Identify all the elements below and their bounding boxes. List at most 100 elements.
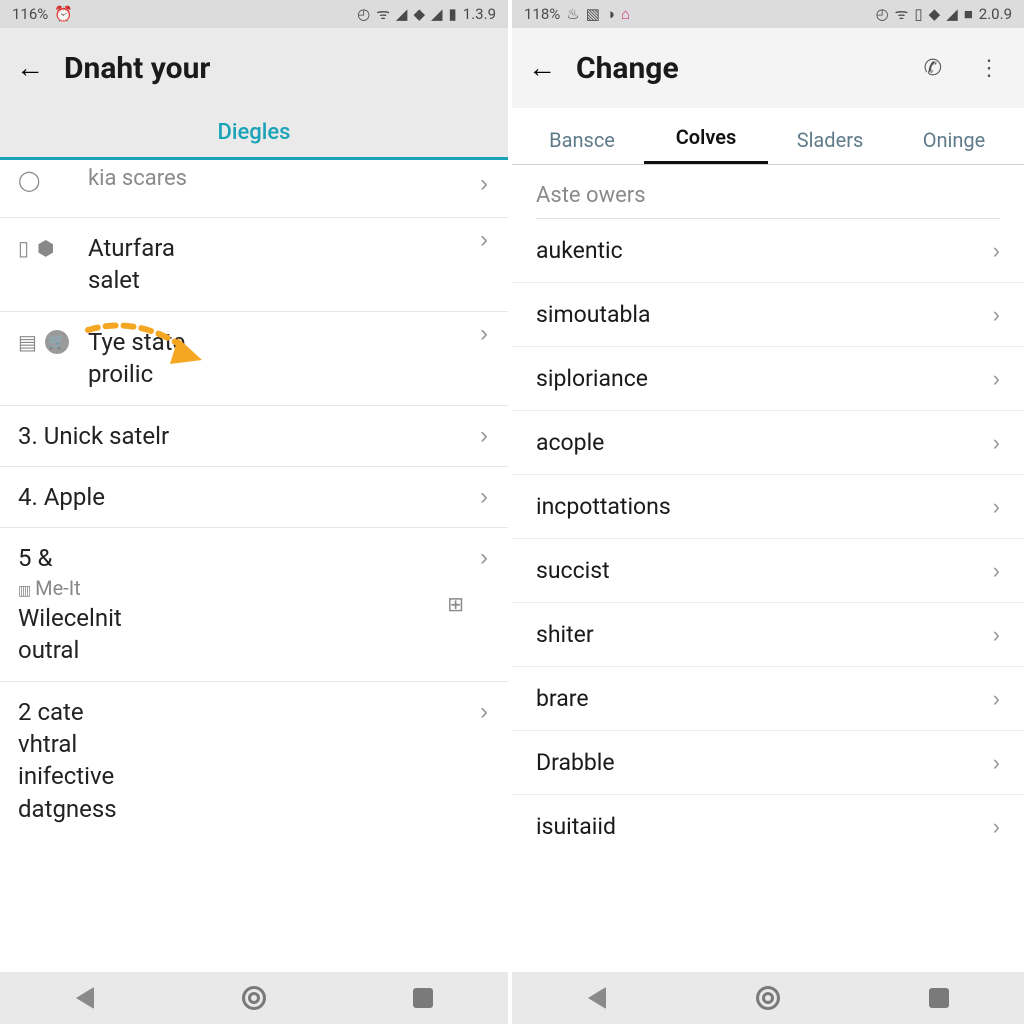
list-item-2[interactable]: 2 cate vhtral inifective datgness ›: [0, 682, 508, 840]
bars-icon: ▥: [18, 582, 35, 598]
list-item-line2: outral: [18, 634, 447, 666]
status-version: 1.3.9: [463, 5, 496, 23]
wifi-icon: ᯤ: [376, 4, 390, 24]
tab-bansce[interactable]: Bansce: [520, 128, 644, 164]
list-item[interactable]: simoutabla ›: [512, 283, 1024, 347]
list-item-label: isuitaiid: [536, 813, 616, 840]
list-item[interactable]: acople ›: [512, 411, 1024, 475]
list-item[interactable]: aukentic ›: [512, 219, 1024, 283]
call-icon[interactable]: ✆: [916, 55, 950, 81]
chevron-right-icon: ›: [993, 814, 1000, 840]
back-button[interactable]: ←: [528, 52, 556, 84]
nav-recent-button[interactable]: [922, 981, 956, 1015]
nav-home-button[interactable]: [237, 981, 271, 1015]
tab-sladers[interactable]: Sladers: [768, 128, 892, 164]
list-item-line1: vhtral: [18, 728, 470, 760]
list-item-cut[interactable]: ◯ kia scares ›: [0, 160, 508, 218]
list-item[interactable]: siploriance ›: [512, 347, 1024, 411]
list-item-label: aukentic: [536, 237, 623, 264]
screen-left: 116% ⏰ ◴ ᯤ ◢ ◆ ◢ ▮ 1.3.9 ← Dnaht your Di…: [0, 0, 512, 1024]
chevron-right-icon: ›: [993, 750, 1000, 776]
list-item-tye-state[interactable]: ▤ 🛒 Tye state proilic ›: [0, 312, 508, 406]
chevron-right-icon: ›: [470, 544, 488, 572]
list-item-label: siploriance: [536, 365, 648, 392]
chevron-right-icon: ›: [470, 170, 488, 198]
chevron-right-icon: ›: [993, 302, 1000, 328]
tab-diegles[interactable]: Diegles: [218, 120, 291, 145]
nav-back-button[interactable]: [68, 981, 102, 1015]
moon-icon: ◑: [606, 6, 615, 23]
nav-back-button[interactable]: [580, 981, 614, 1015]
chevron-right-icon: ›: [993, 622, 1000, 648]
status-version: 2.0.9: [979, 5, 1012, 23]
list-item-label: incpottations: [536, 493, 671, 520]
section-header: Aste owers: [512, 165, 1024, 218]
list-item-label: simoutabla: [536, 301, 650, 328]
list-item-head: 5 &: [18, 542, 447, 574]
chevron-right-icon: ›: [470, 422, 488, 450]
app-bar: ← Change ✆ ⋮: [512, 28, 1024, 108]
chevron-right-icon: ›: [993, 238, 1000, 264]
list-item[interactable]: isuitaiid ›: [512, 795, 1024, 858]
list-item[interactable]: Drabble ›: [512, 731, 1024, 795]
list-content[interactable]: Aste owers aukentic › simoutabla › siplori…: [512, 165, 1024, 972]
square-icon: ■: [964, 6, 973, 23]
tab-colves[interactable]: Colves: [644, 125, 768, 164]
chevron-right-icon: ›: [470, 226, 488, 254]
diamond-icon: ◆: [413, 5, 425, 23]
overflow-menu-icon[interactable]: ⋮: [970, 55, 1008, 81]
list-item-apple[interactable]: 4. Apple ›: [0, 467, 508, 528]
clock-icon: ◴: [876, 5, 889, 23]
chevron-right-icon: ›: [470, 698, 488, 726]
chevron-right-icon: ›: [993, 366, 1000, 392]
chevron-right-icon: ›: [993, 686, 1000, 712]
list-item-label: acople: [536, 429, 604, 456]
list-item-aturfara[interactable]: ▯ ⬢ Aturfara salet ›: [0, 218, 508, 312]
back-button[interactable]: ←: [16, 52, 44, 84]
battery-outline-icon: ▯: [914, 5, 922, 23]
tab-bar: Bansce Colves Sladers Oninge: [512, 108, 1024, 164]
add-icon[interactable]: ⊞: [447, 592, 464, 617]
chevron-right-icon: ›: [993, 430, 1000, 456]
clipboard-icon: ▤: [18, 330, 37, 355]
list-content[interactable]: ◯ kia scares › ▯ ⬢ Aturfara salet › ▤ 🛒: [0, 160, 508, 972]
list-item-unick[interactable]: 3. Unick satelr ›: [0, 406, 508, 467]
diamond-icon: ◆: [929, 5, 941, 23]
list-item[interactable]: brare›: [512, 667, 1024, 731]
list-item-line1: Wilecelnit: [18, 602, 447, 634]
list-item-line2: inifective: [18, 760, 470, 792]
chevron-right-icon: ›: [470, 320, 488, 348]
shield-icon: ◯: [18, 168, 40, 193]
list-item-5[interactable]: 5 & ▥ Me-It Wilecelnit outral ⊞ ›: [0, 528, 508, 681]
note-icon: ▧: [586, 5, 600, 23]
nav-bar: [512, 972, 1024, 1024]
list-item[interactable]: succist ›: [512, 539, 1024, 603]
basket-icon: 🛒: [45, 330, 69, 354]
list-item-label: Drabble: [536, 749, 615, 776]
app-bar: ← Dnaht your: [0, 28, 508, 108]
list-item-label: succist: [536, 557, 610, 584]
chevron-right-icon: ›: [993, 494, 1000, 520]
battery-icon: ▮: [449, 5, 457, 23]
status-bar: 116% ⏰ ◴ ᯤ ◢ ◆ ◢ ▮ 1.3.9: [0, 0, 508, 28]
page-title: Change: [576, 51, 679, 86]
tab-oninge[interactable]: Oninge: [892, 128, 1016, 164]
list-item-sub: Me-It: [35, 576, 81, 600]
alarm-icon: ⏰: [54, 5, 73, 23]
headset-icon: ⌂: [621, 6, 630, 23]
list-item[interactable]: incpottations ›: [512, 475, 1024, 539]
nav-recent-button[interactable]: [406, 981, 440, 1015]
page-title: Dnaht your: [64, 51, 210, 86]
status-bar: 118% ♨ ▧ ◑ ⌂ ◴ ᯤ ▯ ◆ ◢ ■ 2.0.9: [512, 0, 1024, 28]
screen-right: 118% ♨ ▧ ◑ ⌂ ◴ ᯤ ▯ ◆ ◢ ■ 2.0.9 ← Change …: [512, 0, 1024, 1024]
clock-icon: ◴: [357, 5, 370, 23]
list-item-label: 4. Apple: [18, 481, 470, 513]
battery-percent: 118%: [524, 5, 560, 23]
nav-home-button[interactable]: [751, 981, 785, 1015]
list-item-head: 2 cate: [18, 696, 470, 728]
nav-bar: [0, 972, 508, 1024]
chevron-right-icon: ›: [993, 558, 1000, 584]
list-item[interactable]: shiter›: [512, 603, 1024, 667]
wifi-icon: ᯤ: [895, 4, 909, 24]
chevron-right-icon: ›: [470, 483, 488, 511]
